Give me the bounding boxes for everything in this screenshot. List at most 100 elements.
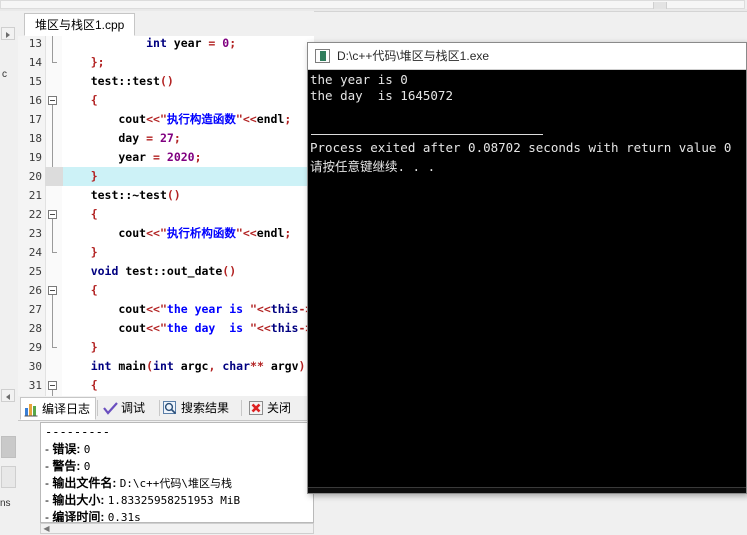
output-tab-4[interactable]: 关闭: [246, 397, 304, 420]
code-line[interactable]: int year = 0;: [63, 36, 236, 53]
code-token: ): [298, 359, 306, 373]
code-token: cout: [63, 226, 147, 240]
scrollbar-thumb[interactable]: [653, 2, 667, 9]
console-window-icon: [315, 49, 330, 63]
compile-log-horizontal-scrollbar[interactable]: ◀: [40, 523, 314, 534]
output-tab-2[interactable]: 调试: [100, 397, 158, 420]
code-token: 执行析构函数: [166, 226, 236, 240]
compile-log-box[interactable]: --------- - 错误: 0- 警告: 0- 输出文件名: D:\c++代码…: [40, 422, 314, 523]
fold-range-line: [52, 295, 53, 347]
code-line[interactable]: day = 27;: [63, 129, 180, 148]
line-number: 16: [28, 94, 42, 107]
scroll-left-icon[interactable]: ◀: [42, 525, 51, 533]
log-label: 编译时间:: [52, 510, 108, 523]
code-token: <<: [146, 302, 160, 316]
output-tab-label: 编译日志: [42, 402, 91, 416]
code-line[interactable]: {: [63, 205, 98, 224]
code-token: ;: [284, 226, 292, 240]
current-line-marker: [45, 167, 63, 186]
code-line[interactable]: void test::out_date(): [63, 262, 236, 281]
output-tab-3[interactable]: 搜索结果: [160, 397, 240, 420]
code-token: argv: [263, 359, 299, 373]
bar-chart-icon: [24, 402, 39, 417]
log-row: - 输出文件名: D:\c++代码\堆区与栈: [45, 474, 232, 491]
fold-collapse-icon[interactable]: [48, 381, 57, 390]
line-number: 22: [28, 208, 42, 221]
code-token: ::~: [118, 188, 140, 202]
code-line[interactable]: cout<<"执行构造函数"<<endl;: [63, 110, 291, 129]
line-number: 30: [28, 360, 42, 373]
code-token: ::: [118, 74, 133, 88]
code-line[interactable]: cout<<"the day is "<<this->day: [63, 319, 314, 338]
code-line[interactable]: test::test(): [63, 72, 174, 91]
code-token: argc: [173, 359, 209, 373]
check-icon: [103, 401, 118, 416]
code-token: (): [222, 264, 237, 278]
code-line[interactable]: }: [63, 167, 98, 186]
code-line[interactable]: {: [63, 376, 98, 395]
line-number: 28: [28, 322, 42, 335]
code-token: main: [111, 359, 147, 373]
fold-collapse-icon[interactable]: [48, 210, 57, 219]
code-token: 2020: [166, 150, 195, 164]
line-number: 24: [28, 246, 42, 259]
console-window[interactable]: D:\c++代码\堆区与栈区1.exe the year is 0 the day…: [307, 42, 747, 494]
log-label: 错误:: [52, 442, 84, 456]
output-tab-1[interactable]: 编译日志: [20, 397, 96, 420]
editor-horizontal-scrollbar[interactable]: [0, 0, 745, 9]
fold-collapse-icon[interactable]: [48, 96, 57, 105]
top-toolbar-strip: [0, 0, 747, 12]
code-token: ;: [194, 150, 202, 164]
code-line[interactable]: cout<<"the year is "<<this->year: [63, 300, 314, 319]
line-number: 31: [28, 379, 42, 392]
code-token: <<: [146, 226, 160, 240]
line-number: 23: [28, 227, 42, 240]
log-label: 警告:: [52, 459, 84, 473]
collapse-left-icon[interactable]: [1, 389, 15, 402]
console-title-bar[interactable]: D:\c++代码\堆区与栈区1.exe: [308, 43, 746, 70]
editor-tab-bar: 堆区与栈区1.cpp: [18, 11, 314, 37]
console-status-strip: [308, 487, 746, 493]
code-token: day: [63, 131, 147, 145]
editor-tab-active[interactable]: 堆区与栈区1.cpp: [24, 13, 136, 36]
console-output[interactable]: the year is 0 the day is 1645072 Process e…: [308, 70, 746, 493]
code-line[interactable]: test::~test(): [63, 186, 181, 205]
code-token: }: [90, 340, 98, 354]
code-token: {: [90, 283, 98, 297]
code-token: test: [118, 264, 154, 278]
code-token: }: [90, 169, 98, 183]
expand-right-icon[interactable]: [1, 27, 15, 40]
code-token: ": [249, 321, 257, 335]
code-line[interactable]: };: [63, 53, 105, 72]
line-number: 26: [28, 284, 42, 297]
log-value: 0.31s: [107, 511, 141, 523]
output-tab-bar: 编译日志 调试 搜索结果 关闭: [18, 396, 314, 421]
code-area[interactable]: 1314151617181920212223242526272829303132…: [18, 36, 314, 396]
line-number: 13: [28, 37, 42, 50]
console-line: the day is 1645072: [310, 88, 453, 103]
code-token: {: [90, 378, 98, 392]
code-line[interactable]: int main(int argc, char** argv): [63, 357, 306, 376]
code-line[interactable]: {: [63, 91, 98, 110]
code-token: char: [222, 359, 251, 373]
fold-collapse-icon[interactable]: [48, 286, 57, 295]
code-token: <<: [256, 302, 271, 316]
output-tab-label: 调试: [121, 401, 146, 415]
code-line[interactable]: year = 2020;: [63, 148, 202, 167]
code-folding-margin[interactable]: [46, 36, 62, 396]
code-token: **: [250, 359, 264, 373]
code-token: test: [63, 74, 119, 88]
code-line[interactable]: }: [63, 338, 98, 357]
line-number: 17: [28, 113, 42, 126]
code-line[interactable]: {: [63, 281, 98, 300]
close-icon: [249, 401, 264, 416]
code-text[interactable]: int year = 0; }; test::test() { cout<<"执…: [63, 36, 314, 396]
code-token: cout: [63, 112, 147, 126]
code-line[interactable]: cout<<"执行析构函数"<<endl;: [63, 224, 291, 243]
left-strip-panel-a: [1, 436, 16, 458]
log-row: - 输出大小: 1.83325958251953 MiB: [45, 491, 240, 508]
code-line[interactable]: }: [63, 243, 98, 262]
bottom-output-panel: 编译日志 调试 搜索结果 关闭 --------- - 错误: 0- 警告: 0- 输出…: [18, 396, 314, 535]
